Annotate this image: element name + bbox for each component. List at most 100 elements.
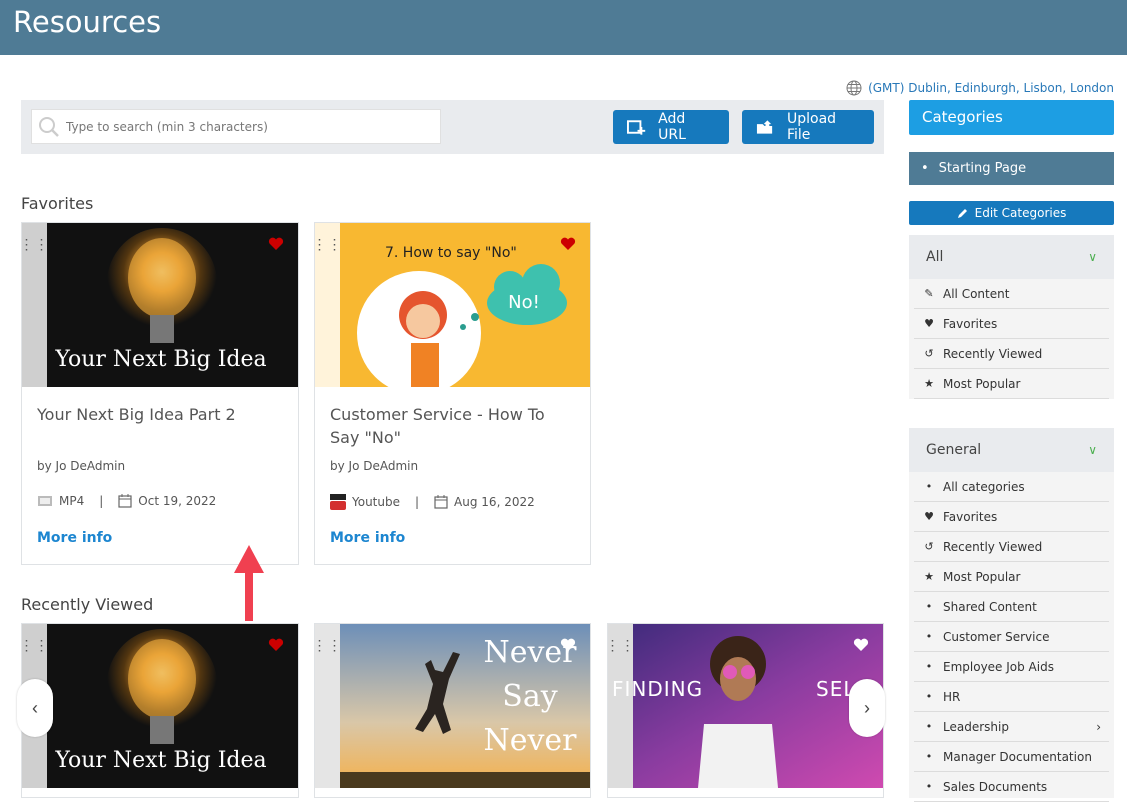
- item-label: Recently Viewed: [943, 346, 1043, 361]
- star-icon: ★: [924, 377, 934, 390]
- card-thumbnail[interactable]: Your Next Big Idea: [22, 624, 298, 788]
- woman-sunglasses-image: FINDING SEL: [608, 624, 883, 788]
- bullet-icon: •: [925, 750, 933, 763]
- sidebar-item-hr[interactable]: • HR: [914, 682, 1109, 712]
- heart-icon[interactable]: [268, 638, 284, 652]
- group-label: All: [926, 249, 944, 265]
- card-meta: MP4 | Oct 19, 2022: [37, 494, 216, 508]
- sidebar-item-most-popular[interactable]: ★ Most Popular: [914, 369, 1109, 399]
- carousel-prev-button[interactable]: ‹: [17, 679, 53, 737]
- item-label: Sales Documents: [943, 779, 1048, 794]
- timezone-selector[interactable]: (GMT) Dublin, Edinburgh, Lisbon, London: [846, 80, 1114, 96]
- chevron-right-icon: ›: [864, 697, 870, 718]
- card-thumbnail[interactable]: FINDING SEL: [608, 624, 883, 788]
- heart-icon: ♥: [924, 510, 934, 523]
- favorites-title: Favorites: [21, 194, 94, 213]
- calendar-icon: [434, 495, 448, 509]
- card-type: MP4: [59, 494, 85, 508]
- favorite-card[interactable]: Your Next Big Idea ⋮⋮ Your Next Big Idea…: [20, 222, 299, 565]
- item-label: All Content: [943, 286, 1010, 301]
- sidebar-item-customer-service[interactable]: • Customer Service: [914, 622, 1109, 652]
- sidebar-item-leadership[interactable]: • Leadership ›: [914, 712, 1109, 742]
- sidebar-item-recently-viewed[interactable]: ↺ Recently Viewed: [914, 339, 1109, 369]
- card-thumbnail[interactable]: Your Next Big Idea: [22, 223, 298, 387]
- recent-card[interactable]: Your Next Big Idea ⋮⋮: [20, 623, 299, 798]
- favorite-card[interactable]: 7. How to say "No" No! ⋮⋮ Customer Servi…: [313, 222, 591, 565]
- item-label: Leadership: [943, 719, 1009, 734]
- sidebar-item-recently-viewed[interactable]: ↺ Recently Viewed: [914, 532, 1109, 562]
- search-input[interactable]: [66, 119, 440, 134]
- card-type: Youtube: [352, 495, 400, 509]
- card-thumbnail[interactable]: Never Say Never: [315, 624, 590, 788]
- starting-page-label: Starting Page: [938, 161, 1027, 176]
- item-label: Most Popular: [943, 376, 1021, 391]
- add-url-label: Add URL: [658, 111, 686, 143]
- heart-outline-icon[interactable]: [853, 638, 869, 652]
- item-label: Recently Viewed: [943, 539, 1043, 554]
- item-label: Favorites: [943, 509, 998, 524]
- sidebar-item-manager-documentation[interactable]: • Manager Documentation: [914, 742, 1109, 772]
- sidebar-item-favorites[interactable]: ♥ Favorites: [914, 309, 1109, 339]
- timezone-label: (GMT) Dublin, Edinburgh, Lisbon, London: [868, 81, 1114, 95]
- categories-header: Categories: [909, 100, 1114, 135]
- sidebar-item-sales-documents[interactable]: • Sales Documents: [914, 772, 1109, 802]
- item-label: HR: [943, 689, 961, 704]
- page-header: Resources: [0, 0, 1127, 55]
- search-box: [31, 109, 441, 144]
- sidebar-item-all-categories[interactable]: • All categories: [914, 472, 1109, 502]
- add-url-button[interactable]: Add URL: [613, 110, 729, 144]
- item-label: Most Popular: [943, 569, 1021, 584]
- chevron-down-icon: ∨: [1088, 250, 1097, 264]
- upload-folder-icon: [756, 120, 773, 134]
- sidebar-item-most-popular[interactable]: ★ Most Popular: [914, 562, 1109, 592]
- thumb-caption: Your Next Big Idea: [54, 347, 266, 372]
- sidebar-item-all-content[interactable]: ✎ All Content: [914, 279, 1109, 309]
- drag-handle-icon[interactable]: ⋮⋮: [313, 223, 342, 564]
- recent-card[interactable]: FINDING SEL ⋮⋮: [606, 623, 884, 798]
- card-author: by Jo DeAdmin: [37, 459, 126, 473]
- heart-outline-icon[interactable]: [560, 638, 576, 652]
- card-title[interactable]: Customer Service - How To Say "No": [330, 403, 570, 449]
- bullet-icon: •: [925, 720, 933, 733]
- cartoon-image: 7. How to say "No" No!: [315, 223, 590, 387]
- starting-page-item[interactable]: Starting Page: [909, 152, 1114, 185]
- item-label: Employee Job Aids: [943, 659, 1054, 674]
- drag-handle-icon[interactable]: ⋮⋮: [606, 624, 635, 797]
- calendar-icon: [118, 494, 132, 508]
- card-date: Aug 16, 2022: [454, 495, 535, 509]
- group-header-general[interactable]: General ∨: [909, 428, 1114, 472]
- item-label: Customer Service: [943, 629, 1050, 644]
- lightbulb-image: Your Next Big Idea: [22, 624, 298, 788]
- card-date: Oct 19, 2022: [138, 494, 217, 508]
- edit-categories-button[interactable]: Edit Categories: [909, 201, 1114, 225]
- item-label: Manager Documentation: [943, 749, 1092, 764]
- sidebar-item-employee-job-aids[interactable]: • Employee Job Aids: [914, 652, 1109, 682]
- history-icon: ↺: [924, 347, 934, 360]
- heart-icon[interactable]: [560, 237, 576, 251]
- thumb-caption: 7. How to say "No": [385, 245, 517, 261]
- card-author: by Jo DeAdmin: [330, 459, 419, 473]
- chevron-right-icon: ›: [1096, 719, 1101, 734]
- sidebar-item-shared-content[interactable]: • Shared Content: [914, 592, 1109, 622]
- card-thumbnail[interactable]: 7. How to say "No" No!: [315, 223, 590, 387]
- bullet-icon: •: [925, 480, 933, 493]
- toolbar: Add URL Upload File: [21, 100, 884, 154]
- group-header-all[interactable]: All ∨: [909, 235, 1114, 279]
- meta-separator: |: [99, 494, 104, 508]
- carousel-next-button[interactable]: ›: [849, 679, 885, 737]
- tag-icon: ✎: [924, 287, 934, 300]
- edit-icon: [957, 209, 967, 218]
- recent-card[interactable]: Never Say Never ⋮⋮: [313, 623, 591, 798]
- bullet-icon: •: [925, 630, 933, 643]
- bullet-icon: •: [925, 660, 933, 673]
- bullet-icon: •: [925, 690, 933, 703]
- sidebar-item-favorites[interactable]: ♥ Favorites: [914, 502, 1109, 532]
- heart-icon[interactable]: [268, 237, 284, 251]
- card-title[interactable]: Your Next Big Idea Part 2: [37, 403, 278, 426]
- add-link-icon: [627, 120, 646, 135]
- drag-handle-icon[interactable]: ⋮⋮: [313, 624, 342, 797]
- item-label: All categories: [943, 479, 1025, 494]
- drag-handle-icon[interactable]: ⋮⋮: [20, 223, 49, 564]
- upload-file-button[interactable]: Upload File: [742, 110, 874, 144]
- edit-categories-label: Edit Categories: [974, 206, 1067, 220]
